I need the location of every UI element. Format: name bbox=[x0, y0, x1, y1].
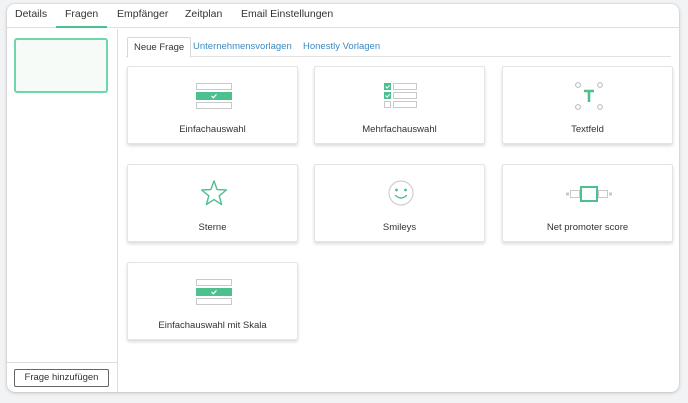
single-choice-scale-icon bbox=[128, 277, 299, 313]
question-type-card-einfachauswahl-mit-skala[interactable]: Einfachauswahl mit Skala bbox=[127, 262, 298, 340]
text-field-icon bbox=[503, 81, 674, 117]
top-tab-bar: Details Fragen Empfänger Zeitplan Email … bbox=[7, 4, 679, 28]
question-type-card-einfachauswahl[interactable]: Einfachauswahl bbox=[127, 66, 298, 144]
subtab-unternehmensvorlagen[interactable]: Unternehmensvorlagen bbox=[193, 37, 292, 57]
nps-icon bbox=[503, 179, 674, 215]
selected-question-card[interactable] bbox=[14, 38, 108, 93]
add-question-button[interactable]: Frage hinzufügen bbox=[14, 369, 109, 387]
card-label: Einfachauswahl bbox=[179, 124, 246, 135]
star-icon bbox=[128, 179, 299, 215]
question-type-card-mehrfachauswahl[interactable]: Mehrfachauswahl bbox=[314, 66, 485, 144]
survey-editor-window: Details Fragen Empfänger Zeitplan Email … bbox=[7, 4, 679, 392]
question-type-card-smileys[interactable]: Smileys bbox=[314, 164, 485, 242]
tab-details[interactable]: Details bbox=[15, 8, 47, 28]
question-type-card-net-promoter-score[interactable]: Net promoter score bbox=[502, 164, 673, 242]
card-label: Sterne bbox=[198, 222, 227, 233]
tab-fragen[interactable]: Fragen bbox=[56, 8, 108, 28]
tab-zeitplan[interactable]: Zeitplan bbox=[185, 8, 222, 28]
multiple-choice-icon bbox=[315, 81, 486, 117]
card-label: Net promoter score bbox=[546, 222, 629, 233]
tab-empfaenger[interactable]: Empfänger bbox=[117, 8, 168, 28]
tab-email-einstellungen[interactable]: Email Einstellungen bbox=[241, 8, 333, 28]
panel-divider bbox=[7, 362, 117, 363]
question-source-tabs: Neue Frage Unternehmensvorlagen Honestly… bbox=[126, 37, 671, 58]
question-type-card-textfeld[interactable]: Textfeld bbox=[502, 66, 673, 144]
single-choice-icon bbox=[128, 81, 299, 117]
subtab-honestly-vorlagen[interactable]: Honestly Vorlagen bbox=[303, 37, 380, 57]
smiley-icon bbox=[315, 179, 486, 215]
card-label: Textfeld bbox=[571, 124, 604, 135]
card-label: Smileys bbox=[382, 222, 417, 233]
card-label: Mehrfachauswahl bbox=[362, 124, 437, 135]
subtab-neue-frage[interactable]: Neue Frage bbox=[127, 37, 192, 58]
card-label: Einfachauswahl mit Skala bbox=[158, 320, 267, 331]
question-list-panel: Frage hinzufügen bbox=[7, 29, 118, 392]
question-type-card-sterne[interactable]: Sterne bbox=[127, 164, 298, 242]
